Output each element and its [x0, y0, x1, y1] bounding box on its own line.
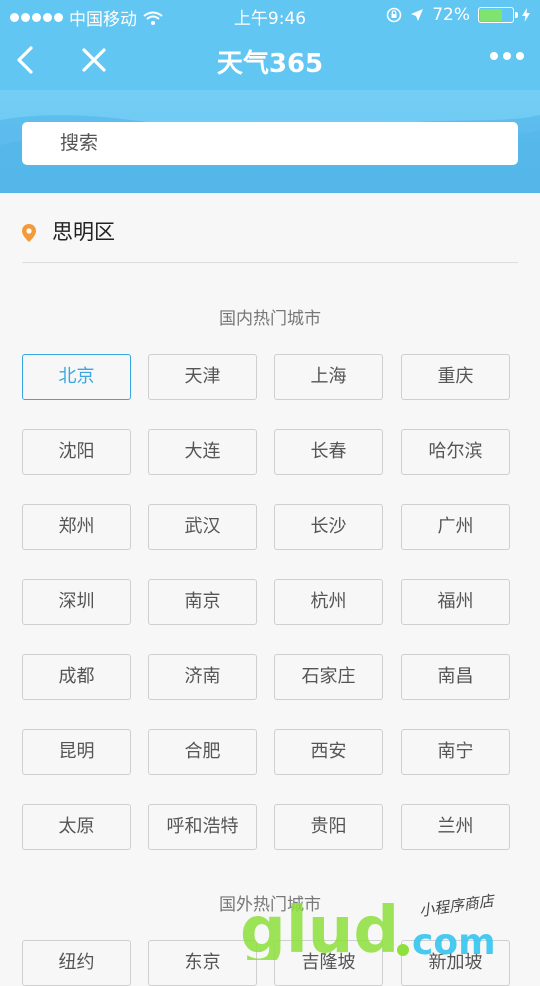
status-bar: 中国移动 上午9:46 72%: [0, 0, 540, 30]
charging-icon: [522, 8, 530, 22]
city-button[interactable]: 长沙: [274, 504, 383, 550]
city-button[interactable]: 济南: [148, 654, 257, 700]
city-button[interactable]: 东京: [148, 940, 257, 986]
city-button[interactable]: 福州: [401, 579, 510, 625]
city-button[interactable]: 吉隆坡: [274, 940, 383, 986]
city-button[interactable]: 纽约: [22, 940, 131, 986]
search-input[interactable]: 搜索: [22, 122, 518, 165]
city-button[interactable]: 合肥: [148, 729, 257, 775]
city-button[interactable]: 沈阳: [22, 429, 131, 475]
location-name: 思明区: [52, 220, 115, 244]
city-button[interactable]: 太原: [22, 804, 131, 850]
location-arrow-icon: [411, 9, 424, 21]
search-placeholder: 搜索: [60, 132, 99, 154]
nav-bar: 天气365: [0, 30, 540, 90]
city-button[interactable]: 呼和浩特: [148, 804, 257, 850]
domestic-section-title: 国内热门城市: [219, 309, 321, 329]
city-button[interactable]: 广州: [401, 504, 510, 550]
more-menu-icon[interactable]: [490, 52, 524, 60]
battery-percent: 72%: [432, 5, 470, 25]
city-button[interactable]: 重庆: [401, 354, 510, 400]
rotation-lock-icon: [386, 7, 402, 23]
battery-fill: [480, 9, 503, 21]
city-button[interactable]: 贵阳: [274, 804, 383, 850]
city-button[interactable]: 北京: [22, 354, 131, 400]
city-button[interactable]: 南宁: [401, 729, 510, 775]
city-button[interactable]: 兰州: [401, 804, 510, 850]
city-button[interactable]: 石家庄: [274, 654, 383, 700]
city-button[interactable]: 杭州: [274, 579, 383, 625]
city-button[interactable]: 西安: [274, 729, 383, 775]
location-pin-icon: [22, 224, 36, 242]
city-button[interactable]: 天津: [148, 354, 257, 400]
city-button[interactable]: 武汉: [148, 504, 257, 550]
city-button[interactable]: 昆明: [22, 729, 131, 775]
city-button[interactable]: 深圳: [22, 579, 131, 625]
current-location[interactable]: 思明区: [22, 214, 518, 263]
city-button[interactable]: 哈尔滨: [401, 429, 510, 475]
city-button[interactable]: 南京: [148, 579, 257, 625]
battery-icon: [478, 7, 518, 23]
city-button[interactable]: 上海: [274, 354, 383, 400]
header: 中国移动 上午9:46 72% 天气365 搜索: [0, 0, 540, 193]
city-button[interactable]: 长春: [274, 429, 383, 475]
foreign-section-title: 国外热门城市: [219, 895, 321, 915]
city-button[interactable]: 成都: [22, 654, 131, 700]
city-button[interactable]: 大连: [148, 429, 257, 475]
city-button[interactable]: 新加坡: [401, 940, 510, 986]
city-button[interactable]: 郑州: [22, 504, 131, 550]
city-button[interactable]: 南昌: [401, 654, 510, 700]
page-title: 天气365: [216, 49, 324, 79]
